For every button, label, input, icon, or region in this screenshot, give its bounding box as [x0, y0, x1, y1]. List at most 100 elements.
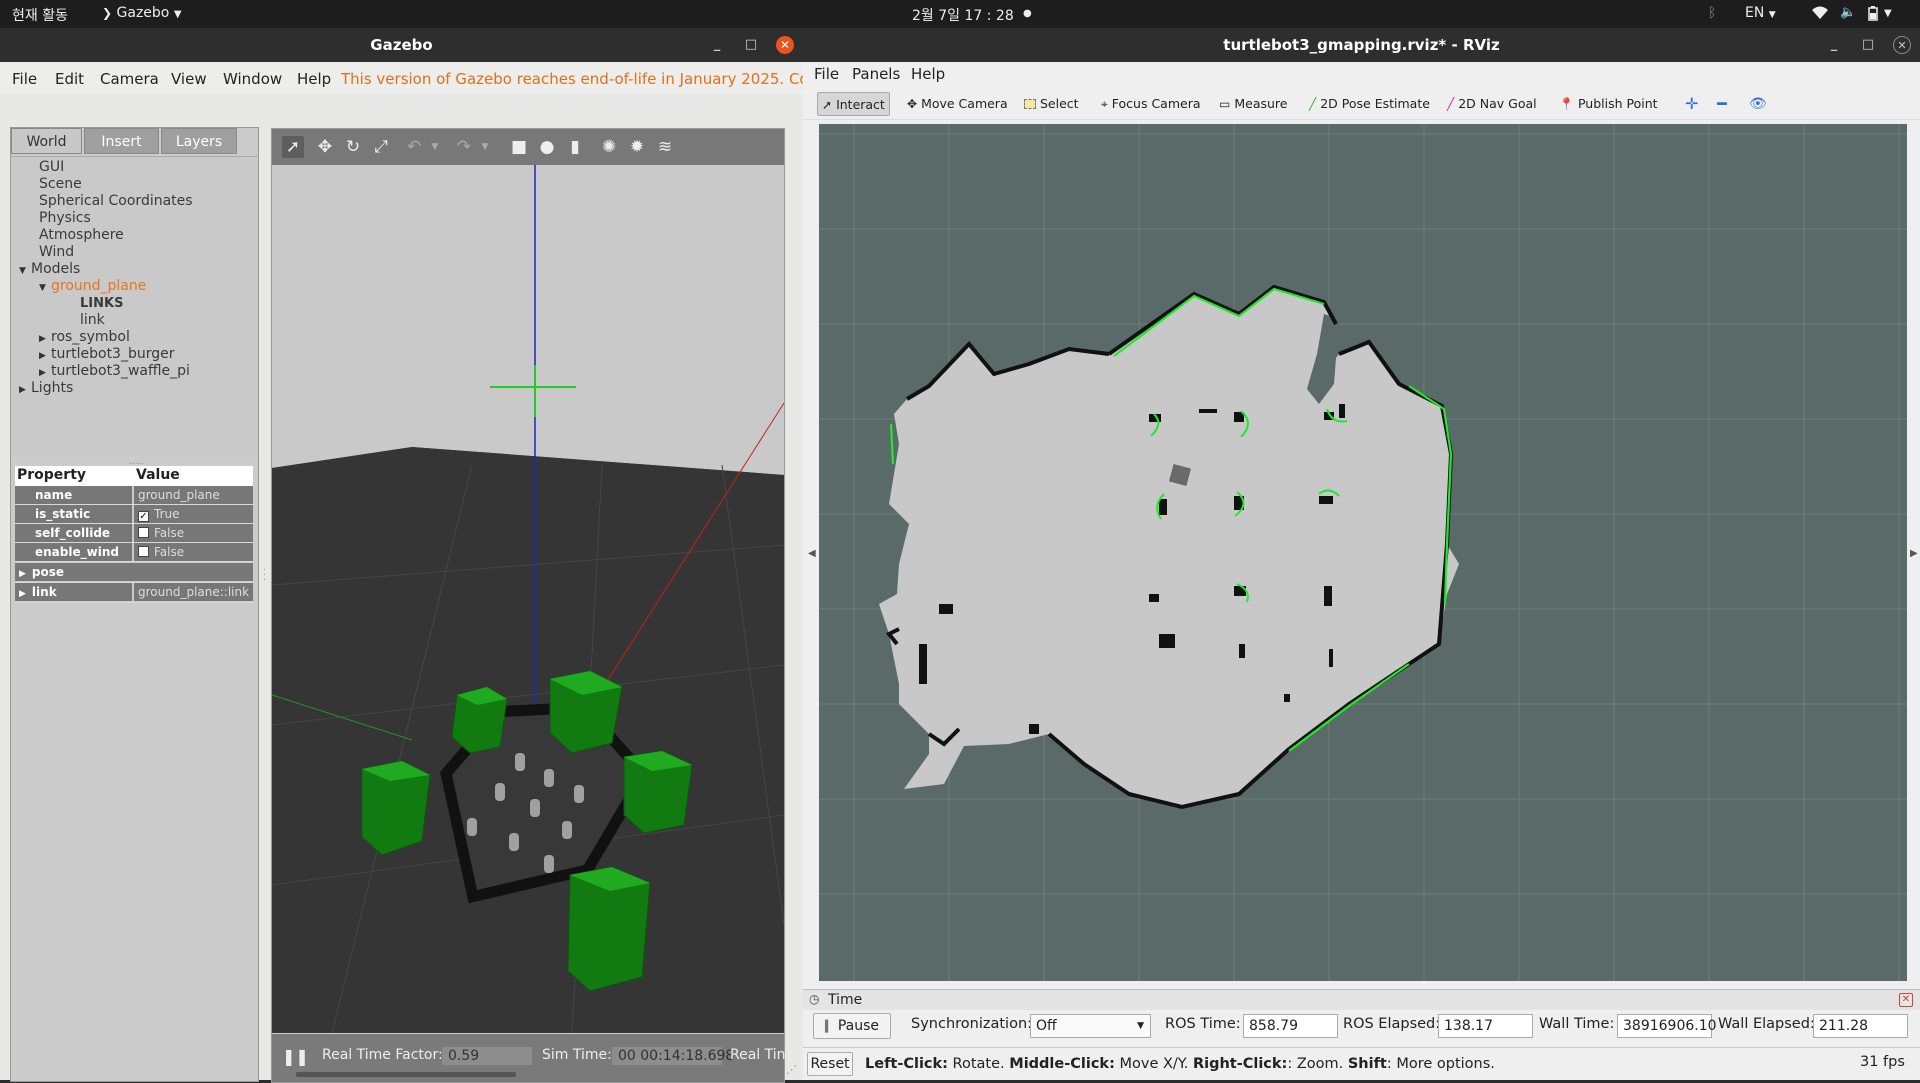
interact-tool[interactable]: ➚ Interact — [817, 92, 890, 116]
maximize-icon[interactable]: □ — [742, 36, 760, 54]
property-row-pose[interactable]: ▶ pose — [15, 563, 253, 583]
rviz-3d-view[interactable] — [819, 124, 1907, 981]
wall-elapsed-field[interactable]: 211.28 — [1813, 1014, 1908, 1038]
gazebo-scene-canvas[interactable] — [272, 165, 784, 1033]
expand-down-icon[interactable]: ▼ — [39, 280, 51, 297]
menu-window[interactable]: Window — [223, 70, 282, 88]
horizontal-scrollbar[interactable] — [296, 1072, 516, 1077]
property-row-name[interactable]: name ground_plane — [15, 486, 253, 505]
move-camera-tool[interactable]: ✥ Move Camera — [903, 92, 1012, 116]
directional-light-icon[interactable]: ≋ — [654, 136, 676, 158]
select-tool[interactable]: Select — [1020, 92, 1083, 116]
pause-button[interactable]: ▍ Pause — [813, 1013, 891, 1039]
cylinder-shape-icon[interactable]: ▮ — [564, 136, 586, 158]
obstacle-cell — [939, 604, 953, 614]
menu-panels[interactable]: Panels — [852, 65, 900, 83]
bluetooth-icon[interactable]: ᛒ — [1708, 5, 1716, 21]
pause-icon[interactable]: ❚❚ — [282, 1047, 309, 1066]
wifi-icon[interactable] — [1812, 5, 1828, 21]
activities-button[interactable]: 현재 활동 — [12, 5, 68, 25]
real-time-label: Real Tin — [730, 1047, 786, 1063]
close-icon[interactable]: ✕ — [776, 36, 794, 54]
menu-help[interactable]: Help — [297, 70, 331, 88]
checkbox-unchecked[interactable] — [138, 546, 149, 557]
sync-select[interactable]: Off ▼ — [1030, 1014, 1151, 1038]
menu-file[interactable]: File — [814, 65, 839, 83]
minimize-icon[interactable]: _ — [708, 36, 726, 54]
tree-item-atmosphere[interactable]: Atmosphere — [39, 227, 124, 244]
menu-edit[interactable]: Edit — [55, 70, 84, 88]
remove-tool-icon[interactable]: ━ — [1713, 92, 1731, 116]
checkbox-checked[interactable]: ✓ — [138, 511, 149, 522]
tree-item-scene[interactable]: Scene — [39, 176, 82, 193]
menu-view[interactable]: View — [171, 70, 207, 88]
expand-down-icon[interactable]: ▼ — [19, 263, 31, 280]
minimize-icon[interactable]: _ — [1825, 36, 1843, 54]
ros-time-field[interactable]: 858.79 — [1243, 1014, 1338, 1038]
obstacle-cell — [1324, 586, 1332, 606]
app-menu[interactable]: ❯ Gazebo ▼ — [102, 5, 182, 21]
wall-time-field[interactable]: 38916906.10 — [1617, 1014, 1717, 1038]
property-row-is-static[interactable]: is_static ✓ True — [15, 505, 253, 524]
ros-elapsed-field[interactable]: 138.17 — [1438, 1014, 1533, 1038]
rotate-mode-icon[interactable]: ↻ — [342, 136, 364, 158]
battery-icon[interactable] — [1868, 5, 1878, 21]
tab-layers[interactable]: Layers — [161, 128, 237, 154]
language-selector[interactable]: EN ▼ — [1745, 5, 1776, 21]
tool-label: Measure — [1234, 96, 1288, 111]
menu-camera[interactable]: Camera — [100, 70, 159, 88]
publish-point-tool[interactable]: 📍 Publish Point — [1555, 92, 1662, 116]
collapse-left-panel-icon[interactable]: ◀ — [808, 548, 816, 559]
tree-item-physics[interactable]: Physics — [39, 210, 91, 227]
nav-goal-tool[interactable]: ╱ 2D Nav Goal — [1443, 92, 1541, 116]
tree-item-lights[interactable]: ▶ Lights — [19, 380, 73, 399]
property-key-label: link — [31, 585, 57, 599]
occupancy-map[interactable] — [819, 124, 1907, 981]
expand-right-icon[interactable]: ▶ — [19, 569, 26, 579]
undo-icon[interactable]: ↶ — [403, 136, 425, 158]
property-row-self-collide[interactable]: self_collide False — [15, 524, 253, 543]
tree-item-wind[interactable]: Wind — [39, 244, 74, 261]
rviz-title-bar[interactable]: turtlebot3_gmapping.rviz* - RViz _ □ ✕ — [803, 28, 1920, 62]
tree-item-gui[interactable]: GUI — [39, 159, 64, 176]
expand-right-icon[interactable]: ▶ — [19, 589, 26, 599]
reset-button[interactable]: Reset — [807, 1052, 853, 1076]
add-tool-icon[interactable]: ✛ — [1681, 92, 1702, 116]
tree-item-link[interactable]: link — [80, 312, 105, 329]
volume-icon[interactable]: 🔈 — [1840, 5, 1856, 20]
spot-light-icon[interactable]: ✹ — [626, 136, 648, 158]
property-row-enable-wind[interactable]: enable_wind False — [15, 543, 253, 562]
tool-label: Publish Point — [1577, 96, 1658, 111]
menu-help[interactable]: Help — [911, 65, 945, 83]
property-row-link[interactable]: ▶ link ground_plane::link — [15, 583, 253, 603]
checkbox-unchecked[interactable] — [138, 527, 149, 538]
panel-splitter[interactable]: · · · — [263, 566, 266, 586]
pose-estimate-tool[interactable]: ╱ 2D Pose Estimate — [1305, 92, 1434, 116]
maximize-icon[interactable]: □ — [1859, 36, 1877, 54]
box-shape-icon[interactable]: ■ — [508, 136, 530, 158]
point-light-icon[interactable]: ✺ — [598, 136, 620, 158]
menu-file[interactable]: File — [12, 70, 37, 88]
translate-mode-icon[interactable]: ✥ — [314, 136, 336, 158]
redo-icon[interactable]: ↷ — [453, 136, 475, 158]
clock[interactable]: 2월 7일 17 : 28 — [912, 5, 1014, 25]
gazebo-title-bar[interactable]: Gazebo _ □ ✕ — [0, 28, 803, 62]
sphere-shape-icon[interactable]: ● — [536, 136, 558, 158]
undo-history-chevron-icon[interactable]: ▼ — [424, 136, 446, 158]
tab-world[interactable]: World — [11, 128, 82, 154]
tree-item-spherical-coordinates[interactable]: Spherical Coordinates — [39, 193, 193, 210]
close-panel-icon[interactable]: ✕ — [1899, 993, 1913, 1007]
close-icon[interactable]: ✕ — [1893, 36, 1911, 54]
tab-insert[interactable]: Insert — [84, 128, 159, 154]
resize-grip-icon[interactable]: ⋰ — [786, 1063, 797, 1076]
select-mode-icon[interactable]: ➚ — [282, 136, 304, 158]
system-menu-chevron-icon[interactable]: ▼ — [1884, 8, 1892, 19]
scale-mode-icon[interactable]: ⤢ — [370, 136, 392, 158]
measure-tool[interactable]: ▭ Measure — [1215, 92, 1291, 116]
tool-label: Focus Camera — [1111, 96, 1201, 111]
collapse-right-panel-icon[interactable]: ▶ — [1910, 548, 1918, 559]
focus-camera-tool[interactable]: ⌖ Focus Camera — [1097, 92, 1205, 116]
expand-right-icon[interactable]: ▶ — [19, 382, 31, 399]
tool-properties-eye-icon[interactable]: 👁 — [1745, 92, 1771, 116]
redo-history-chevron-icon[interactable]: ▼ — [474, 136, 496, 158]
